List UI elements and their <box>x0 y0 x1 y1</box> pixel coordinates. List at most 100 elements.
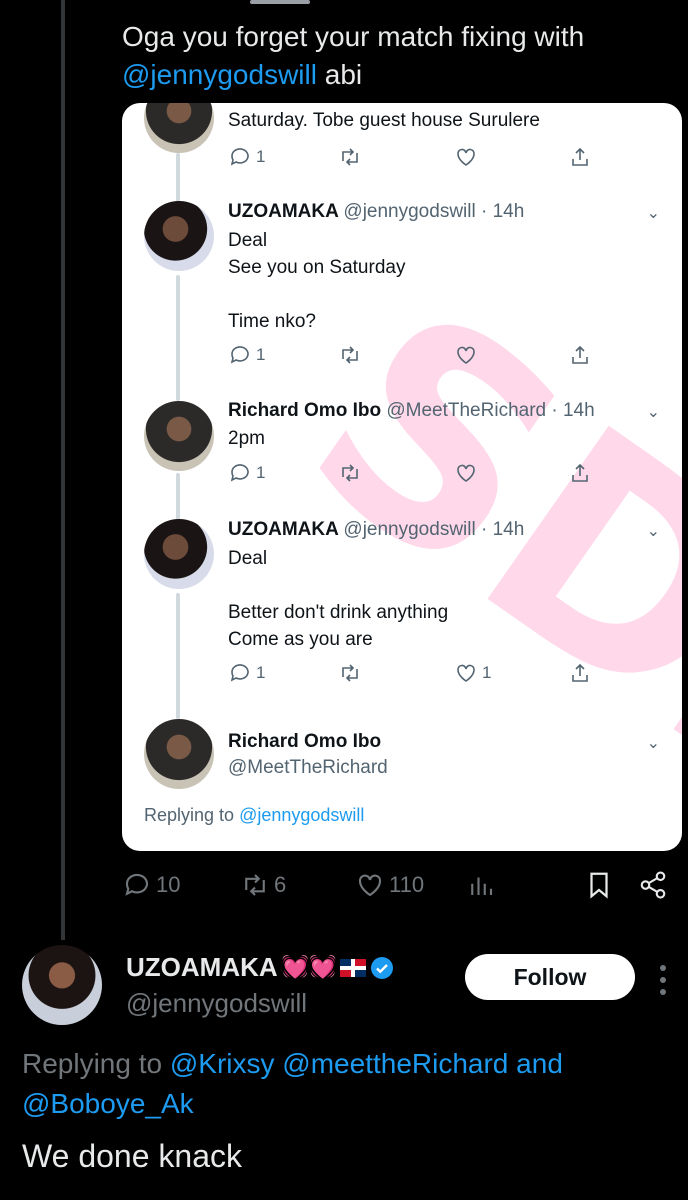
tweet-text: Oga you forget your match fixing with @j… <box>122 18 662 94</box>
retweet-icon <box>342 464 358 482</box>
chevron-down-icon[interactable]: ⌄ <box>647 733 660 753</box>
share-action[interactable] <box>568 145 592 169</box>
like-count: 1 <box>482 663 492 682</box>
heart-icon <box>457 346 475 364</box>
retweet-action[interactable] <box>338 343 362 367</box>
tweet-body: Saturday. Tobe guest house Surulere <box>228 107 540 134</box>
bookmark-icon <box>590 872 608 899</box>
more-options-icon[interactable] <box>658 960 668 1000</box>
tweet-body: Deal See you on Saturday Time nko? <box>228 227 405 335</box>
tweet-line <box>228 281 405 308</box>
share-action[interactable] <box>568 343 592 367</box>
share-icon <box>572 463 588 482</box>
chevron-down-icon[interactable]: ⌄ <box>647 203 660 223</box>
reply-icon <box>230 664 249 682</box>
avatar <box>144 519 214 589</box>
chevron-down-icon[interactable]: ⌄ <box>647 521 660 541</box>
retweet-button[interactable]: 6 <box>240 870 286 900</box>
reply-count: 1 <box>256 147 266 166</box>
tweet-actions: 1 <box>228 145 598 173</box>
like-action[interactable] <box>454 461 478 485</box>
reply-count: 1 <box>256 345 266 364</box>
reply-action[interactable]: 1 <box>228 145 265 169</box>
bookmark-button[interactable] <box>584 870 614 900</box>
retweet-action[interactable] <box>338 145 362 169</box>
like-action[interactable] <box>454 343 478 367</box>
reply-replying-to: Replying to @Krixsy @meettheRichard and … <box>22 1044 662 1124</box>
replying-label: Replying to <box>144 805 235 825</box>
tweet-line: See you on Saturday <box>228 257 406 278</box>
heart-icon <box>457 148 475 166</box>
author-name: UZOAMAKA <box>228 201 339 222</box>
like-action[interactable] <box>454 145 478 169</box>
share-icon <box>572 147 588 166</box>
replying-mention-link[interactable]: @Boboye_Ak <box>22 1088 194 1119</box>
chevron-down-icon[interactable]: ⌄ <box>647 402 660 422</box>
share-action[interactable] <box>568 461 592 485</box>
replying-label: Replying to <box>22 1048 163 1079</box>
tweet-body: Deal Better don't drink anything Come as… <box>228 545 448 653</box>
previous-tweet-stub <box>250 0 310 4</box>
heart-icon <box>457 664 475 682</box>
tweet-actions: 1 <box>228 461 598 489</box>
reply-button[interactable]: 10 <box>122 870 180 900</box>
tweet-author: UZOAMAKA @jennygodswill · 14h <box>228 201 524 223</box>
tweet-author: Richard Omo Ibo <box>228 731 381 753</box>
share-button[interactable] <box>638 870 668 900</box>
reply-icon <box>230 464 249 482</box>
reply-count: 10 <box>156 872 181 897</box>
tweet-mention-link[interactable]: @jennygodswill <box>122 59 317 90</box>
tweet-line: 2pm <box>228 428 265 449</box>
avatar <box>144 103 214 153</box>
tweet-line: Deal <box>228 548 268 569</box>
author-name: Richard Omo Ibo <box>228 400 382 421</box>
like-action[interactable]: 1 <box>454 661 491 685</box>
author-name: UZOAMAKA <box>126 952 278 982</box>
reply-action[interactable]: 1 <box>228 661 265 685</box>
like-button[interactable]: 110 <box>355 870 424 900</box>
reply-action[interactable]: 1 <box>228 343 265 367</box>
reply-icon <box>230 346 249 364</box>
tweet-text-prefix: Oga you forget your match fixing with <box>122 21 585 52</box>
tweet-author: UZOAMAKA @jennygodswill · 14h <box>228 519 524 541</box>
tweet-text-suffix: abi <box>316 59 363 90</box>
thread-connector <box>176 593 180 719</box>
main-tweet-actions: 10 6 110 <box>0 870 688 906</box>
thread-connector <box>176 473 180 521</box>
reply-action[interactable]: 1 <box>228 461 265 485</box>
author-handle-time: @MeetTheRichard · 14h <box>386 400 595 421</box>
views-button[interactable] <box>466 870 496 900</box>
retweet-count: 6 <box>274 872 287 897</box>
avatar[interactable] <box>22 945 102 1025</box>
retweet-action[interactable] <box>338 661 362 685</box>
tweet-line: Better don't drink anything <box>228 602 449 623</box>
retweet-icon <box>342 346 358 364</box>
retweet-icon <box>245 874 265 896</box>
author-name: Richard Omo Ibo <box>228 731 382 752</box>
thread-connector <box>176 275 180 401</box>
replying-mentions-link[interactable]: @Krixsy @meettheRichard <box>170 1048 509 1079</box>
author-handle: @jennygodswill <box>126 988 308 1018</box>
share-action[interactable] <box>568 661 592 685</box>
follow-button[interactable]: Follow <box>465 954 635 1000</box>
replying-mention-link[interactable]: @jennygodswill <box>239 805 364 825</box>
tweet-body: 2pm <box>228 425 265 452</box>
retweet-icon <box>342 148 358 166</box>
thread-line <box>61 0 65 940</box>
author-handle-time: @jennygodswill · 14h <box>343 519 525 540</box>
dominican-flag-icon <box>340 958 367 977</box>
heart-icon <box>457 464 475 482</box>
share-icon <box>572 345 588 364</box>
avatar <box>144 201 214 271</box>
embedded-screenshot-image[interactable]: SDZ Saturday. Tobe guest house Surulere … <box>122 103 682 851</box>
reply-text: We done knack <box>22 1138 242 1174</box>
author-name: UZOAMAKA <box>228 519 339 540</box>
tweet-line: Deal <box>228 230 268 251</box>
avatar <box>144 719 214 789</box>
reply-count: 1 <box>256 463 266 482</box>
replying-and-others-link[interactable]: and <box>516 1048 563 1079</box>
reply-author-name[interactable]: UZOAMAKA 💓💓 <box>126 952 394 983</box>
verified-badge-icon <box>371 956 394 979</box>
retweet-action[interactable] <box>338 461 362 485</box>
tweet-author: Richard Omo Ibo @MeetTheRichard · 14h <box>228 400 595 422</box>
